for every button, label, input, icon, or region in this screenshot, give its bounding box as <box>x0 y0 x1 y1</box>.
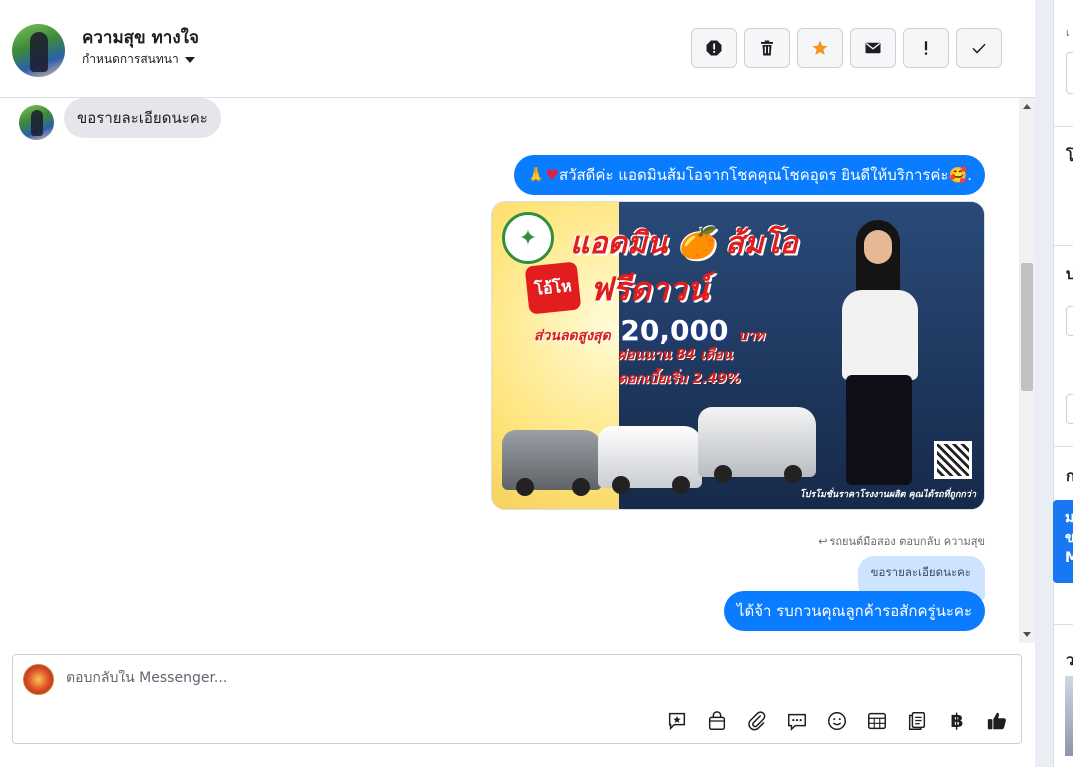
panel-section-heading: ว <box>1066 648 1073 672</box>
mark-unread-button[interactable] <box>850 28 896 68</box>
table-icon <box>868 712 886 730</box>
scroll-up-arrow-icon[interactable] <box>1023 104 1031 109</box>
chevron-down-icon <box>184 56 195 63</box>
panel-section-heading: ก <box>1066 464 1073 488</box>
panel-text-fragment: เ <box>1066 28 1070 39</box>
main-panel: ความสุข ทางใจ กำหนดการสนทนา ขอรายละเอียด… <box>0 0 1035 767</box>
promo-discount-suffix: บาท <box>738 328 765 344</box>
star-button[interactable] <box>797 28 843 68</box>
outgoing-message-tail: . <box>967 166 972 184</box>
outgoing-message[interactable]: ได้จ้า รบกวนคุณลูกค้ารอสักครู่นะคะ <box>723 591 985 631</box>
incoming-message[interactable]: ขอรายละเอียดนะคะ <box>64 98 221 138</box>
pickup-truck-illustration <box>598 426 702 494</box>
smile-hearts-emoji: 🥰 <box>948 166 968 184</box>
promo-interest: ดอกเบี้ยเริ่ม 2.49% <box>618 371 741 387</box>
reply-context: ↩ รถยนต์มือสอง ตอบกลับ ความสุข <box>818 532 985 550</box>
attachment-icon <box>748 711 766 731</box>
panel-field[interactable] <box>1066 52 1073 94</box>
conversation-settings-dropdown[interactable]: กำหนดการสนทนา <box>82 50 195 69</box>
promo-discount-value: 20,000 <box>620 314 729 347</box>
panel-divider <box>1054 126 1073 127</box>
pray-emoji: 🙏 <box>526 166 546 184</box>
outgoing-message-text: สวัสดีค่ะ แอดมินส้มโอจากโชคคุณโชคอุดร ยิ… <box>558 166 949 184</box>
delete-button[interactable] <box>744 28 790 68</box>
promo-burst: โอ้โห <box>524 261 582 315</box>
appointment-button[interactable] <box>865 709 889 733</box>
chat-bubbles-icon <box>788 713 806 732</box>
promo-discount: ส่วนลดสูงสุด 20,000 บาท <box>534 314 764 347</box>
panel-section-heading: โ <box>1066 144 1073 168</box>
mark-done-button[interactable] <box>956 28 1002 68</box>
promo-headline: ฟรีดาวน์ <box>590 270 709 308</box>
qr-code <box>934 441 972 479</box>
car-sedan-illustration <box>502 430 602 496</box>
trash-icon <box>761 40 773 56</box>
admin-photo <box>832 220 927 490</box>
panel-field[interactable] <box>1066 394 1073 424</box>
shop-button[interactable] <box>705 709 729 733</box>
contact-avatar[interactable] <box>12 24 65 77</box>
star-icon <box>812 40 828 56</box>
emoji-icon <box>828 712 846 730</box>
baht-icon: ฿ <box>950 710 964 732</box>
shop-bag-icon <box>708 711 726 730</box>
customer-details-panel: เ โ บ ก ว <box>1053 0 1073 767</box>
heart-icon: ♥ <box>545 166 559 184</box>
reply-context-text: รถยนต์มือสอง ตอบกลับ ความสุข <box>829 535 985 548</box>
sender-avatar[interactable] <box>19 105 54 140</box>
message-thread[interactable]: ขอรายละเอียดนะคะ 🙏 ♥ สวัสดีค่ะ แอดมินส้มโ… <box>0 98 1019 643</box>
contact-name[interactable]: ความสุข ทางใจ <box>82 24 199 51</box>
scroll-down-arrow-icon[interactable] <box>1023 632 1031 637</box>
payment-button[interactable]: ฿ <box>945 709 969 733</box>
report-spam-button[interactable] <box>691 28 737 68</box>
emoji-button[interactable] <box>825 709 849 733</box>
promo-title: แอดมิน 🍊 ส้มโอ <box>570 226 798 261</box>
panel-field[interactable] <box>1066 306 1073 336</box>
saved-reply-button[interactable] <box>665 709 689 733</box>
reply-composer: ฿ <box>12 654 1022 744</box>
notes-button[interactable] <box>905 709 929 733</box>
envelope-icon <box>865 42 881 54</box>
promo-footer: โปรโมชั่นราคาโรงงานผลิต คุณได้รถที่ถูกกว… <box>799 490 976 500</box>
reply-input[interactable] <box>66 670 666 686</box>
saved-reply-icon <box>668 712 686 731</box>
promo-installment: ผ่อนนาน 84 เดือน <box>618 347 733 363</box>
conversation-header: ความสุข ทางใจ กำหนดการสนทนา <box>0 0 1035 98</box>
like-icon <box>987 712 1006 730</box>
reply-arrow-icon: ↩ <box>818 534 828 548</box>
panel-card-line: ม <box>1065 510 1073 526</box>
quick-replies-button[interactable] <box>785 709 809 733</box>
check-icon <box>972 43 986 54</box>
panel-divider <box>1054 245 1073 246</box>
panel-photo-thumbnail[interactable] <box>1065 676 1073 756</box>
notes-icon <box>908 712 926 730</box>
promo-image[interactable]: ✦ แอดมิน 🍊 ส้มโอ โอ้โห ฟรีดาวน์ ส่วนลดสู… <box>491 201 985 510</box>
attach-button[interactable] <box>745 709 769 733</box>
dealer-logo: ✦ <box>502 212 554 264</box>
exclamation-icon <box>924 41 928 55</box>
conversation-settings-label: กำหนดการสนทนา <box>82 52 179 66</box>
thread-scrollbar[interactable] <box>1019 98 1035 643</box>
cargo-truck-illustration <box>698 407 816 483</box>
panel-card-line: ข <box>1065 530 1073 546</box>
panel-highlight-card[interactable]: ม ข M <box>1053 500 1073 583</box>
panel-card-line: M <box>1065 550 1073 566</box>
like-button[interactable] <box>985 709 1009 733</box>
scroll-thumb[interactable] <box>1021 263 1033 391</box>
panel-section-heading: บ <box>1066 262 1073 286</box>
composer-tools: ฿ <box>665 709 1009 733</box>
outgoing-message[interactable]: 🙏 ♥ สวัสดีค่ะ แอดมินส้มโอจากโชคคุณโชคอุดร… <box>513 155 985 195</box>
mark-important-button[interactable] <box>903 28 949 68</box>
page-avatar <box>23 664 54 695</box>
action-toolbar <box>691 28 1002 68</box>
panel-divider <box>1054 624 1073 625</box>
promo-discount-prefix: ส่วนลดสูงสุด <box>534 328 611 344</box>
panel-divider <box>1054 446 1073 447</box>
alert-octagon-icon <box>706 40 722 56</box>
